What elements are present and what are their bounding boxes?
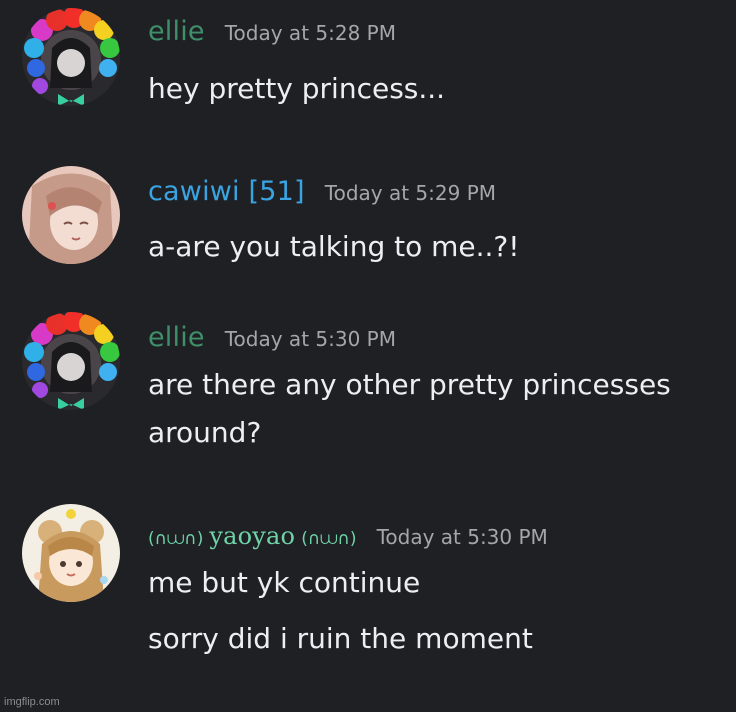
message-group-cawiwi: cawiwi [51] Today at 5:29 PM a-are you t… bbox=[0, 160, 736, 300]
message-header: (∩⩊∩) yaoyao (∩⩊∩) Today at 5:30 PM bbox=[148, 522, 548, 550]
username-yaoyao[interactable]: yaoyao bbox=[209, 522, 295, 550]
timestamp: Today at 5:29 PM bbox=[324, 181, 497, 205]
message-group-ellie-1: ellie Today at 5:28 PM hey pretty prince… bbox=[0, 0, 736, 140]
message-text: me but yk continue bbox=[148, 566, 421, 599]
message-group-ellie-2: ellie Today at 5:30 PM are there any oth… bbox=[0, 312, 736, 472]
timestamp: Today at 5:30 PM bbox=[376, 525, 548, 549]
message-header: ellie Today at 5:28 PM bbox=[148, 16, 396, 47]
message-text: sorry did i ruin the moment bbox=[148, 622, 533, 655]
timestamp: Today at 5:30 PM bbox=[224, 327, 396, 351]
username-suffix-kaomoji: (∩⩊∩) bbox=[301, 529, 357, 549]
message-header: cawiwi [51] Today at 5:29 PM bbox=[148, 176, 496, 207]
username-ellie[interactable]: ellie bbox=[148, 16, 205, 47]
anime-girl-avatar-icon[interactable] bbox=[22, 166, 120, 264]
bear-girl-avatar-icon[interactable] bbox=[22, 504, 120, 602]
username-cawiwi[interactable]: cawiwi [51] bbox=[148, 176, 305, 207]
username-prefix-kaomoji: (∩⩊∩) bbox=[148, 529, 204, 549]
message-text: a-are you talking to me..?! bbox=[148, 230, 520, 263]
message-text: hey pretty princess... bbox=[148, 72, 446, 105]
message-group-yaoyao: (∩⩊∩) yaoyao (∩⩊∩) Today at 5:30 PM me b… bbox=[0, 500, 736, 690]
timestamp: Today at 5:28 PM bbox=[224, 21, 396, 45]
rainbow-clown-avatar-icon[interactable] bbox=[22, 8, 120, 106]
message-text: around? bbox=[148, 416, 262, 449]
message-header: ellie Today at 5:30 PM bbox=[148, 322, 396, 353]
username-ellie[interactable]: ellie bbox=[148, 322, 205, 353]
message-text: are there any other pretty princesses bbox=[148, 368, 671, 401]
imgflip-watermark: imgflip.com bbox=[4, 696, 60, 708]
rainbow-clown-avatar-icon[interactable] bbox=[22, 312, 120, 410]
